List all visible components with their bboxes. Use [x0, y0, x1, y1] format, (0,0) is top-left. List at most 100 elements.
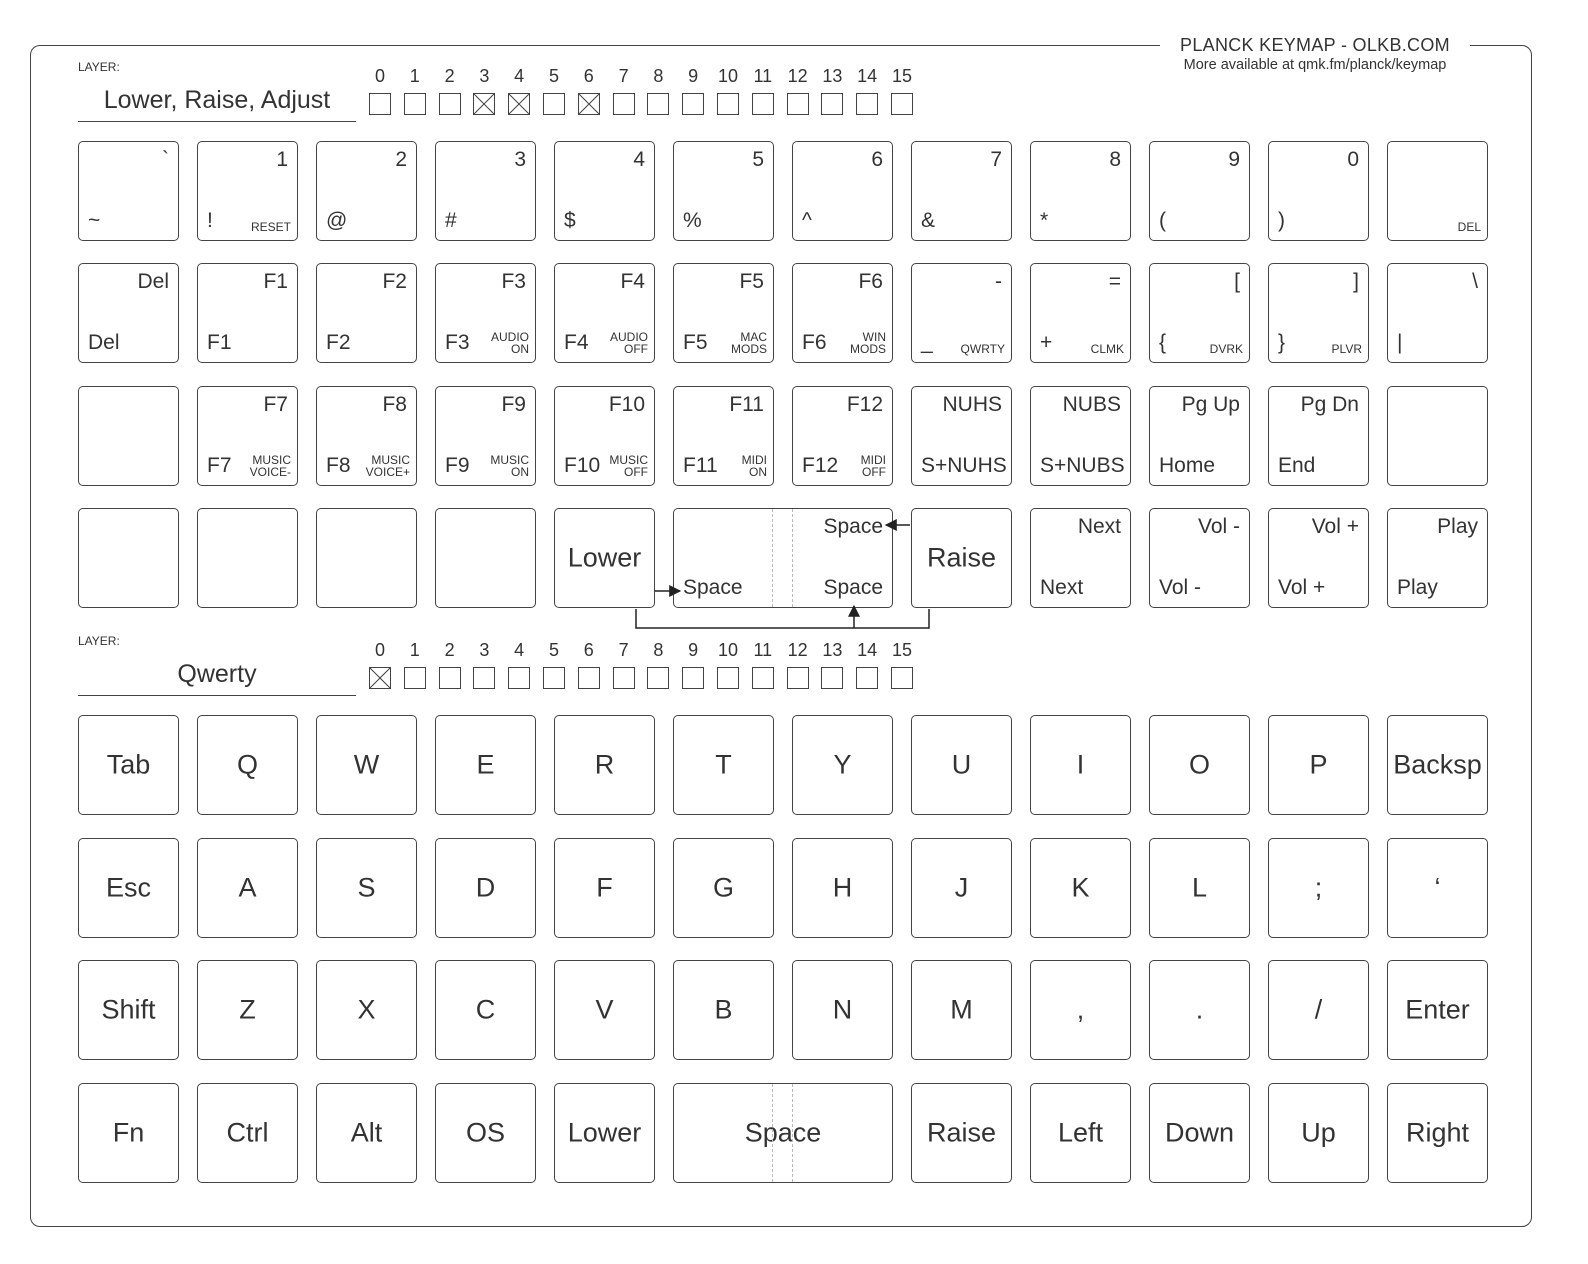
key-tab[interactable]: Tab — [78, 715, 179, 815]
key-c[interactable]: C — [435, 960, 536, 1060]
key-w[interactable]: W — [316, 715, 417, 815]
key[interactable]: Del Del — [78, 263, 179, 363]
key-lower[interactable]: Lower — [554, 1083, 655, 1183]
layer-checkbox-12[interactable] — [786, 93, 809, 115]
key[interactable]: F5 F5 MAC MODS — [673, 263, 774, 363]
layer-checkbox-11[interactable] — [751, 93, 774, 115]
key-right[interactable]: Right — [1387, 1083, 1488, 1183]
key[interactable] — [197, 508, 298, 608]
key[interactable]: Raise — [911, 508, 1012, 608]
key[interactable]: 6 ^ — [792, 141, 893, 241]
key[interactable]: 1! RESET — [197, 141, 298, 241]
layer-checkbox-9[interactable] — [682, 667, 705, 689]
key[interactable]: F8 F8 MUSIC VOICE+ — [316, 386, 417, 486]
key[interactable]: 5% — [673, 141, 774, 241]
key-esc[interactable]: Esc — [78, 838, 179, 938]
key-symbol[interactable]: / — [1268, 960, 1369, 1060]
layer-checkbox-4-checked[interactable] — [508, 93, 531, 115]
key[interactable]: DEL — [1387, 141, 1488, 241]
key-f[interactable]: F — [554, 838, 655, 938]
layer-checkbox-3[interactable] — [473, 667, 496, 689]
key-fn[interactable]: Fn — [78, 1083, 179, 1183]
layer-checkbox-3-checked[interactable] — [473, 93, 496, 115]
key[interactable]: 9( — [1149, 141, 1250, 241]
key-o[interactable]: O — [1149, 715, 1250, 815]
key-ctrl[interactable]: Ctrl — [197, 1083, 298, 1183]
key[interactable]: F6 F6 WIN MODS — [792, 263, 893, 363]
layer-checkbox-9[interactable] — [682, 93, 705, 115]
key[interactable]: Lower — [554, 508, 655, 608]
key[interactable]: [{DVRK — [1149, 263, 1250, 363]
key[interactable]: F10 F10 MUSIC OFF — [554, 386, 655, 486]
layer-checkbox-13[interactable] — [821, 93, 844, 115]
key[interactable] — [78, 386, 179, 486]
key-up[interactable]: Up — [1268, 1083, 1369, 1183]
layer-checkbox-1[interactable] — [403, 667, 426, 689]
key[interactable]: NUBS S+NUBS — [1030, 386, 1131, 486]
key[interactable]: 8 * — [1030, 141, 1131, 241]
key[interactable]: - _ QWRTY — [911, 263, 1012, 363]
layer-checkbox-15[interactable] — [891, 667, 913, 689]
key-n[interactable]: N — [792, 960, 893, 1060]
key-v[interactable]: V — [554, 960, 655, 1060]
key-os[interactable]: OS — [435, 1083, 536, 1183]
layer-checkbox-6-checked[interactable] — [577, 93, 600, 115]
key[interactable]: F9 F9 MUSIC ON — [435, 386, 536, 486]
key-x[interactable]: X — [316, 960, 417, 1060]
layer-checkbox-4[interactable] — [508, 667, 531, 689]
layer-checkbox-2[interactable] — [438, 93, 461, 115]
key[interactable]: Vol - Vol - — [1149, 508, 1250, 608]
layer-checkbox-15[interactable] — [891, 93, 913, 115]
key-symbol[interactable]: . — [1149, 960, 1250, 1060]
key-raise[interactable]: Raise — [911, 1083, 1012, 1183]
key-u[interactable]: U — [911, 715, 1012, 815]
key[interactable]: F2 F2 — [316, 263, 417, 363]
key-k[interactable]: K — [1030, 838, 1131, 938]
key[interactable]: F12 F12 MIDI OFF — [792, 386, 893, 486]
key-z[interactable]: Z — [197, 960, 298, 1060]
key-h[interactable]: H — [792, 838, 893, 938]
key[interactable]: 4 $ — [554, 141, 655, 241]
key-backsp[interactable]: Backsp — [1387, 715, 1488, 815]
key-p[interactable]: P — [1268, 715, 1369, 815]
key-symbol[interactable]: , — [1030, 960, 1131, 1060]
key-a[interactable]: A — [197, 838, 298, 938]
key[interactable]: Play Play — [1387, 508, 1488, 608]
key[interactable]: NUHS S+NUHS — [911, 386, 1012, 486]
layer-checkbox-8[interactable] — [647, 93, 670, 115]
key[interactable]: ` ~ — [78, 141, 179, 241]
layer-checkbox-5[interactable] — [543, 93, 565, 115]
key-left[interactable]: Left — [1030, 1083, 1131, 1183]
key[interactable]: F3 F3 AUDIO ON — [435, 263, 536, 363]
key-d[interactable]: D — [435, 838, 536, 938]
layer-checkbox-10[interactable] — [717, 93, 739, 115]
key-s[interactable]: S — [316, 838, 417, 938]
layer-checkbox-5[interactable] — [543, 667, 565, 689]
layer-checkbox-7[interactable] — [612, 93, 635, 115]
key[interactable]: F1 F1 — [197, 263, 298, 363]
key[interactable]: 7 & — [911, 141, 1012, 241]
key-q[interactable]: Q — [197, 715, 298, 815]
key[interactable] — [78, 508, 179, 608]
key[interactable]: 2 @ — [316, 141, 417, 241]
key[interactable] — [435, 508, 536, 608]
key-b[interactable]: B — [673, 960, 774, 1060]
key-symbol[interactable]: ‘ — [1387, 838, 1488, 938]
key-m[interactable]: M — [911, 960, 1012, 1060]
key[interactable]: F11 F11 MIDI ON — [673, 386, 774, 486]
key[interactable]: \ | — [1387, 263, 1488, 363]
key[interactable]: F7 F7 MUSIC VOICE- — [197, 386, 298, 486]
key-shift[interactable]: Shift — [78, 960, 179, 1060]
layer-checkbox-6[interactable] — [577, 667, 600, 689]
key[interactable]: F4 F4 AUDIO OFF — [554, 263, 655, 363]
key[interactable]: Pg Up Home — [1149, 386, 1250, 486]
layer-checkbox-12[interactable] — [786, 667, 809, 689]
key-t[interactable]: T — [673, 715, 774, 815]
key-l[interactable]: L — [1149, 838, 1250, 938]
key[interactable]: Pg Dn End — [1268, 386, 1369, 486]
layer-checkbox-0-checked[interactable] — [369, 667, 391, 689]
layer-checkbox-13[interactable] — [821, 667, 844, 689]
key[interactable]: 0) — [1268, 141, 1369, 241]
key[interactable]: 3 # — [435, 141, 536, 241]
key[interactable]: Vol + Vol + — [1268, 508, 1369, 608]
